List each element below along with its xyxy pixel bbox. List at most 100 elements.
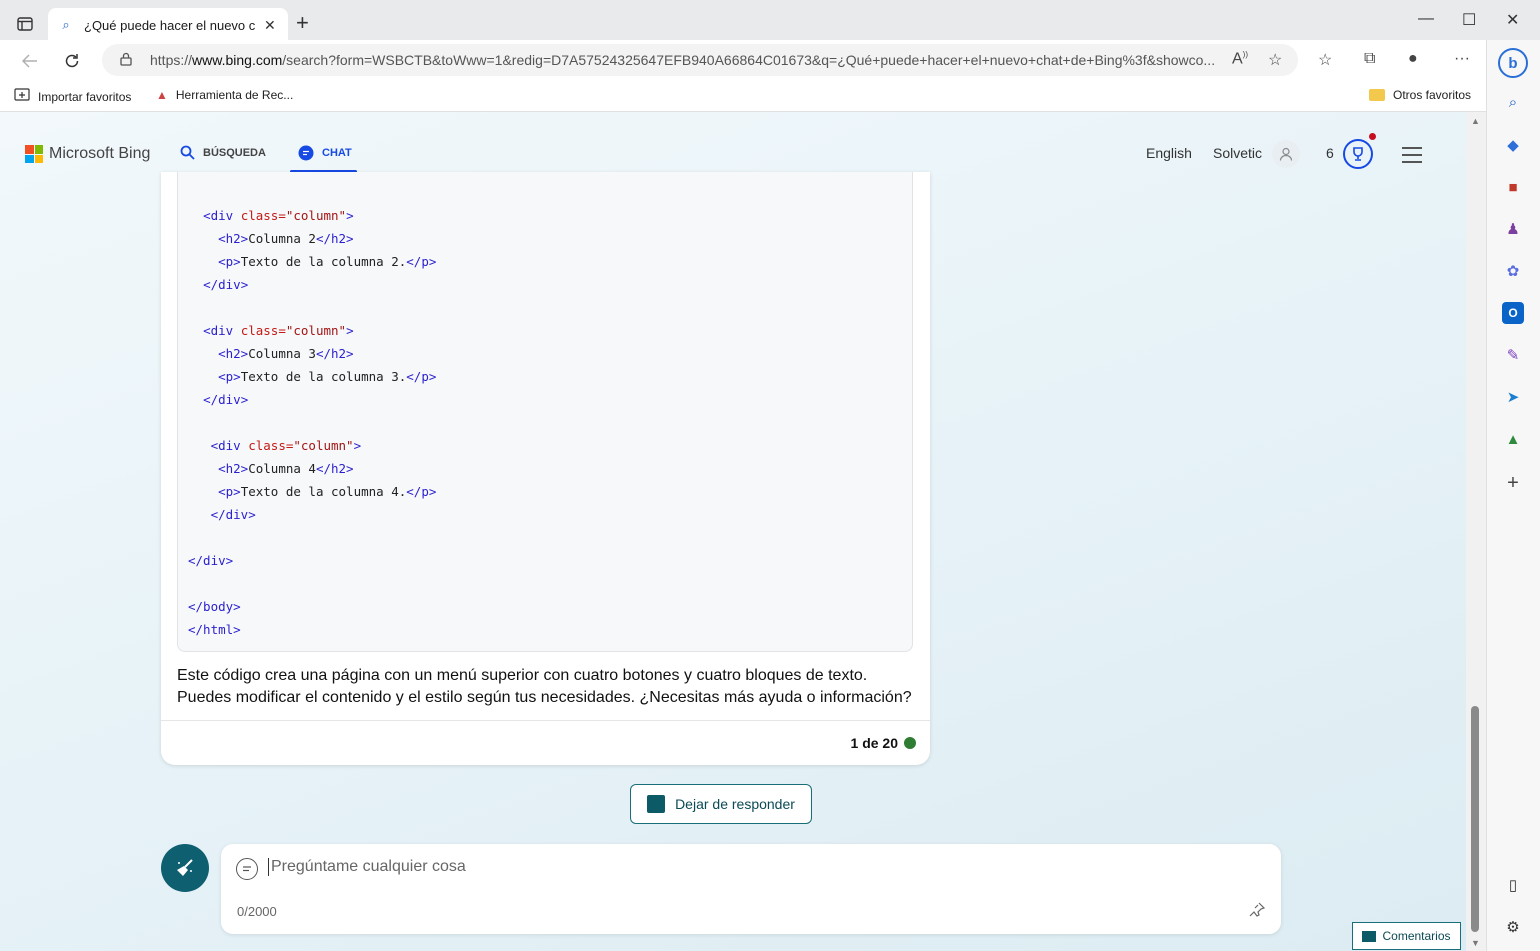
new-tab-button[interactable]: + [296,12,309,34]
import-icon [14,88,30,105]
search-icon[interactable]: ⌕ [1502,91,1524,113]
code-line: <div class="column"> [203,323,354,338]
rewards-trophy-icon[interactable] [1343,139,1373,169]
url-field[interactable]: https://www.bing.com/search?form=WSBCTB&… [102,44,1298,76]
maximize-button[interactable]: ☐ [1462,10,1476,30]
chat-response-card: <div class="column"> <h2>Columna 2</h2> … [161,172,930,765]
new-topic-broom-button[interactable] [161,844,209,892]
other-favorites-label: Otros favoritos [1393,88,1472,102]
import-favorites-link[interactable]: Importar favoritos [14,88,131,105]
tab-title: ¿Qué puede hacer el nuevo chat [84,17,256,33]
close-window-button[interactable]: ✕ [1506,10,1519,30]
broom-icon [177,859,193,876]
chat-bubble-icon [298,145,314,161]
hamburger-menu-icon[interactable] [1402,147,1422,168]
outlook-icon[interactable]: O [1502,302,1524,324]
scroll-down-arrow-icon[interactable]: ▼ [1471,938,1480,948]
nav-search[interactable]: BÚSQUEDA [180,145,266,160]
url-rest: /search?form=WSBCTB&toWww=1&redig=D7A575… [282,52,1216,68]
url-text: https://www.bing.com/search?form=WSBCTB&… [150,52,1216,68]
language-link[interactable]: English [1146,145,1192,161]
tools-briefcase-icon[interactable]: ■ [1502,176,1524,198]
bing-chat-icon[interactable]: b [1498,48,1528,78]
tab-close-icon[interactable]: ✕ [264,17,276,34]
nav-search-label: BÚSQUEDA [203,146,266,159]
feedback-bubble-icon [1362,930,1377,942]
card-divider [161,720,930,721]
code-line: <div class="column"> [210,438,362,453]
favorites-icon[interactable]: ☆ [1318,50,1332,70]
stop-responding-button[interactable]: Dejar de responder [630,784,812,824]
code-line: <p>Texto de la columna 4.</p> [218,484,437,499]
url-prefix: https:// [150,52,193,68]
sidebar-layout-icon[interactable]: ▯ [1502,874,1524,896]
user-avatar-icon[interactable] [1272,140,1300,168]
rewards-count: 6 [1326,145,1334,161]
browser-tab[interactable]: ⌕ ¿Qué puede hacer el nuevo chat ✕ [48,8,288,42]
minimize-button[interactable]: — [1418,10,1434,28]
search-favicon-icon: ⌕ [62,17,70,32]
notification-dot [1369,133,1376,140]
office-icon[interactable]: ✿ [1502,260,1524,282]
nav-chat-label: CHAT [322,147,352,159]
stop-square-icon [647,795,666,813]
favorites-bar: Importar favoritos ▲ Herramienta de Rec.… [0,82,1486,112]
nav-chat[interactable]: CHAT [298,145,352,161]
favorite-label: Importar favoritos [38,89,132,104]
read-aloud-icon[interactable]: A)) [1232,50,1248,68]
search-icon [180,145,195,160]
feedback-label: Comentarios [1382,929,1451,943]
response-counter: 1 de 20 [851,735,916,751]
status-dot-icon [904,737,916,749]
other-favorites-link[interactable]: Otros favoritos [1369,88,1471,102]
edge-sidebar: b ⌕ ◆ ■ ♟ ✿ O ✎ ➤ ▲ + ▯ ⚙ [1486,40,1540,951]
logo-text: Microsoft Bing [49,145,151,162]
shopping-tag-icon[interactable]: ◆ [1502,134,1524,156]
profile-icon[interactable]: ● [1408,50,1418,68]
stop-button-label: Dejar de responder [675,796,795,812]
code-line: </div> [210,507,256,522]
response-text: Este código crea una página con un menú … [177,667,912,706]
scroll-thumb[interactable] [1471,706,1479,932]
page-scrollbar[interactable]: ▲ ▼ [1466,112,1486,951]
tab-actions-icon[interactable] [12,13,38,35]
code-line: <p>Texto de la columna 3.</p> [218,369,437,384]
code-block: <div class="column"> <h2>Columna 2</h2> … [177,172,913,652]
add-icon[interactable]: + [1502,472,1524,494]
code-line: </div> [203,277,249,292]
feedback-button[interactable]: Comentarios [1352,922,1461,950]
recovery-tool-link[interactable]: ▲ Herramienta de Rec... [156,88,293,102]
add-favorite-star-icon[interactable]: ☆ [1268,50,1282,70]
back-arrow-icon[interactable] [18,50,42,72]
chat-prompt-icon [236,858,258,880]
code-line: <h2>Columna 3</h2> [218,346,354,361]
chat-input-box[interactable]: Pregúntame cualquier cosa 0/2000 [221,844,1281,934]
refresh-icon[interactable] [60,50,84,72]
url-host: www.bing.com [192,52,283,68]
bing-page: Microsoft Bing BÚSQUEDA CHAT English Sol… [0,112,1466,951]
code-line: <p>Texto de la columna 2.</p> [218,254,437,269]
chat-input-placeholder[interactable]: Pregúntame cualquier cosa [268,858,466,876]
char-count: 0/2000 [237,904,277,919]
favorite-label: Herramienta de Rec... [175,88,294,102]
tree-icon[interactable]: ▲ [1502,428,1524,450]
send-icon[interactable]: ➤ [1502,386,1524,408]
code-line: </html> [188,622,241,637]
microsoft-bing-logo[interactable]: Microsoft Bing [25,145,150,163]
scroll-up-arrow-icon[interactable]: ▲ [1471,116,1480,126]
code-line: <div class="column"> [203,208,354,223]
collections-icon[interactable]: ⧉ [1364,50,1375,68]
settings-gear-icon[interactable]: ⚙ [1502,916,1524,938]
counter-text: 1 de 20 [850,735,898,751]
code-line: </body> [188,599,241,614]
designer-icon[interactable]: ✎ [1502,344,1524,366]
code-line: </div> [203,392,249,407]
pin-icon[interactable] [1249,902,1266,921]
tool-favicon-icon: ▲ [156,88,168,102]
user-name[interactable]: Solvetic [1213,145,1262,161]
games-icon[interactable]: ♟ [1502,218,1524,240]
more-options-icon[interactable]: ··· [1454,50,1470,68]
